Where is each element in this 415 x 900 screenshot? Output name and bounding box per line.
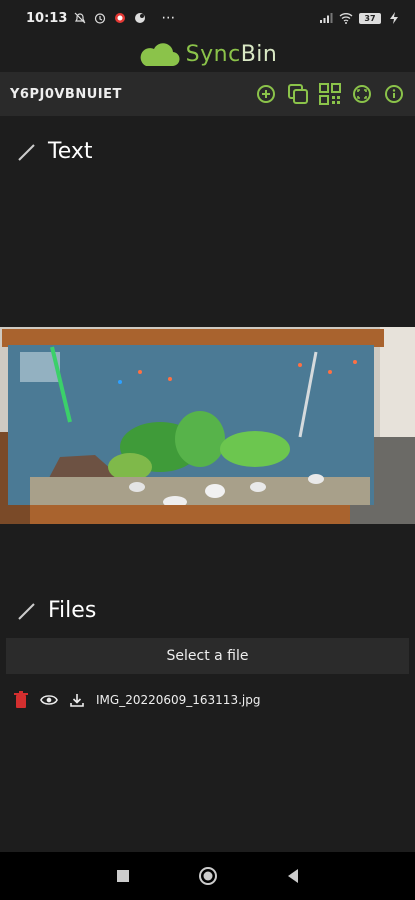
app-name-sync: Sync (185, 41, 241, 67)
signal-icon (320, 13, 333, 23)
delete-icon[interactable] (12, 691, 30, 709)
download-icon[interactable] (68, 691, 86, 709)
recents-icon[interactable] (111, 864, 135, 888)
qr-code-icon[interactable] (319, 83, 341, 105)
pencil-icon (18, 143, 35, 161)
cloud-icon (140, 43, 180, 67)
pencil-icon (18, 602, 35, 620)
fullscreen-icon[interactable] (351, 83, 373, 105)
back-icon[interactable] (281, 864, 305, 888)
app-name: SyncBin (186, 42, 278, 67)
status-time: 10:13 (26, 10, 68, 26)
info-icon[interactable] (383, 83, 405, 105)
copy-icon[interactable] (287, 83, 309, 105)
alarm-icon (95, 13, 106, 24)
charging-icon (390, 12, 398, 24)
notification-icon (135, 13, 146, 23)
text-section-title: Text (48, 139, 93, 164)
more-icon: ⋯ (161, 10, 176, 26)
status-bar: 10:13 ⋯ 37 (0, 0, 415, 36)
home-icon[interactable] (196, 864, 220, 888)
system-nav-bar (0, 852, 415, 900)
add-icon[interactable] (255, 83, 277, 105)
select-file-button[interactable]: Select a file (6, 638, 409, 674)
files-section-header: Files (16, 598, 96, 623)
battery-icon: 37 (359, 12, 381, 24)
aquarium-picture (0, 327, 415, 524)
file-row: IMG_20220609_163113.jpg (12, 689, 260, 711)
app-logo: SyncBin (0, 36, 415, 72)
record-icon (115, 13, 126, 23)
aquarium-image (0, 327, 415, 524)
wifi-icon (339, 13, 353, 24)
text-section-header: Text (16, 139, 93, 164)
app-name-bin: Bin (240, 41, 278, 67)
file-name[interactable]: IMG_20220609_163113.jpg (96, 693, 260, 707)
toolbar: Y6PJ0VBNUIET (0, 72, 415, 116)
files-section-title: Files (48, 598, 97, 623)
view-icon[interactable] (40, 691, 58, 709)
bin-id: Y6PJ0VBNUIET (10, 86, 122, 102)
bell-off-icon (74, 12, 86, 24)
